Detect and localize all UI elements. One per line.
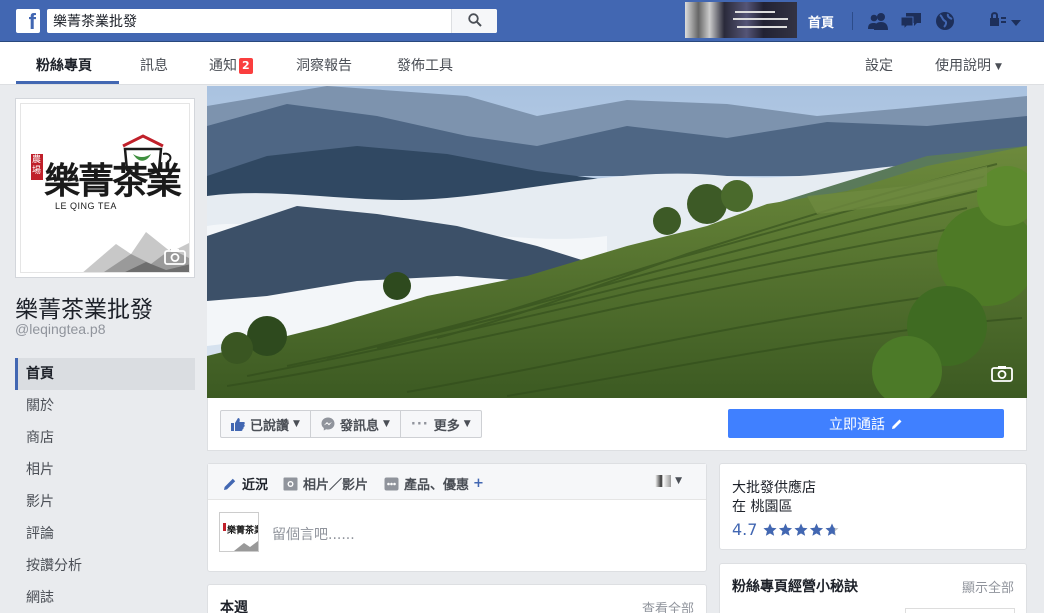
see-all-link[interactable]: 查看全部 xyxy=(642,598,694,613)
tab-photo-video-label: 相片／影片 xyxy=(303,478,369,493)
page-tips-card: 粉絲專頁經營小秘訣 顯示全部 xyxy=(719,563,1027,613)
ellipsis-icon: ··· xyxy=(410,416,429,432)
divider xyxy=(852,12,853,30)
more-label: 更多 xyxy=(433,418,460,434)
chevron-down-icon xyxy=(1011,12,1021,31)
tab-products-offers-label: 產品、優惠 xyxy=(404,478,470,493)
svg-text:樂菁茶業: 樂菁茶業 xyxy=(227,524,258,536)
more-button[interactable]: ··· 更多 ▼ xyxy=(400,410,482,438)
sidebar-item-home[interactable]: 首頁 xyxy=(15,358,195,390)
page-admin-nav: 粉絲專頁 訊息 通知 2 洞察報告 發佈工具 設定 使用說明 ▼ xyxy=(0,42,1044,85)
tab-photo-video[interactable]: 相片／影片 xyxy=(283,474,368,493)
page-category[interactable]: 大批發供應店 xyxy=(732,477,816,497)
this-week-card: 本週 查看全部 xyxy=(207,584,707,613)
page-avatar-small xyxy=(655,475,672,487)
tab-notifications-label: 通知 xyxy=(209,58,237,74)
page-username[interactable]: @leqingtea.p8 xyxy=(15,321,106,337)
post-composer: 近況 相片／影片 產品、優惠+ ▼ 樂菁茶業 留個言吧...... xyxy=(207,463,707,572)
tab-insights[interactable]: 洞察報告 xyxy=(296,55,352,75)
help-menu[interactable]: 使用說明 ▼ xyxy=(935,55,1002,75)
message-label: 發訊息 xyxy=(339,418,379,434)
settings-link[interactable]: 設定 xyxy=(865,55,893,75)
page-thumbnail[interactable] xyxy=(685,2,797,38)
profile-picture[interactable]: 樂菁茶業 LE QING TEA 農場 xyxy=(15,98,195,278)
this-week-title: 本週 xyxy=(220,600,248,613)
rating[interactable]: 4.7 xyxy=(732,520,843,539)
search-input[interactable] xyxy=(47,10,447,32)
chevron-down-icon: ▼ xyxy=(675,476,682,486)
sidebar-item-shop[interactable]: 商店 xyxy=(15,422,195,454)
liked-label: 已說讚 xyxy=(250,418,290,434)
page-info-card: 大批發供應店 在 桃園區 4.7 xyxy=(719,463,1027,550)
composer-tabs: 近況 相片／影片 產品、優惠 + ▼ xyxy=(208,464,706,500)
message-button[interactable]: 發訊息 ▼ xyxy=(310,410,401,438)
top-navigation-bar: f 首頁 xyxy=(0,0,1044,42)
tab-page[interactable]: 粉絲專頁 xyxy=(36,55,92,75)
plus-icon: + xyxy=(473,476,484,491)
product-icon xyxy=(384,477,399,491)
camera-icon[interactable] xyxy=(164,248,186,269)
account-menu[interactable] xyxy=(988,10,1022,32)
active-tab-indicator xyxy=(16,81,119,84)
camera-icon[interactable] xyxy=(991,365,1013,382)
chevron-down-icon: ▼ xyxy=(382,419,390,429)
tab-status-label: 近況 xyxy=(242,478,269,493)
pencil-icon[interactable] xyxy=(891,418,903,430)
search-button[interactable] xyxy=(451,9,497,33)
tips-preview xyxy=(905,608,1015,613)
star-icon xyxy=(763,523,777,536)
page-name[interactable]: 樂菁茶業批發 xyxy=(15,290,153,324)
call-now-button[interactable]: 立即通話 xyxy=(728,409,1004,438)
sidebar-item-about[interactable]: 關於 xyxy=(15,390,195,422)
star-icon xyxy=(779,523,793,536)
page-tips-title: 粉絲專頁經營小秘訣 xyxy=(732,579,858,595)
page-side-nav: 首頁 關於 商店 相片 影片 評論 按讚分析 網誌 xyxy=(15,358,195,613)
facebook-logo[interactable]: f xyxy=(16,9,40,33)
tab-status[interactable]: 近況 xyxy=(223,474,268,493)
sidebar-item-reviews[interactable]: 評論 xyxy=(15,518,195,550)
chevron-down-icon: ▼ xyxy=(995,62,1002,72)
pencil-icon xyxy=(223,477,237,491)
page-location[interactable]: 在 桃園區 xyxy=(732,496,792,516)
tab-publishing-tools[interactable]: 發佈工具 xyxy=(397,55,453,75)
rating-stars xyxy=(763,523,843,537)
show-all-link[interactable]: 顯示全部 xyxy=(962,577,1014,596)
search-box[interactable] xyxy=(47,9,497,33)
sidebar-item-videos[interactable]: 影片 xyxy=(15,486,195,518)
chevron-down-icon: ▼ xyxy=(293,419,300,429)
thumbs-up-icon xyxy=(231,417,245,431)
globe-icon[interactable] xyxy=(933,10,957,32)
lock-icon xyxy=(989,11,1007,31)
page-avatar[interactable]: 樂菁茶業 xyxy=(219,512,259,552)
notification-badge: 2 xyxy=(239,58,253,74)
liked-button[interactable]: 已說讚 ▼ xyxy=(220,410,311,438)
tab-products-offers[interactable]: 產品、優惠 + xyxy=(384,474,484,493)
sidebar-item-likes[interactable]: 按讚分析 xyxy=(15,550,195,582)
tab-inbox[interactable]: 訊息 xyxy=(140,55,168,75)
sidebar-item-photos[interactable]: 相片 xyxy=(15,454,195,486)
tab-notifications[interactable]: 通知 2 xyxy=(209,55,253,75)
help-label: 使用說明 xyxy=(935,58,991,74)
cover-photo[interactable] xyxy=(207,86,1027,398)
photo-icon xyxy=(283,477,298,491)
star-icon xyxy=(810,523,824,536)
search-icon xyxy=(467,12,482,31)
sidebar-item-notes[interactable]: 網誌 xyxy=(15,582,195,613)
star-icon xyxy=(794,523,808,536)
composer-input[interactable]: 留個言吧...... xyxy=(272,524,355,544)
profile-logo-text: 樂菁茶業 xyxy=(44,160,182,202)
home-link[interactable]: 首頁 xyxy=(808,12,834,31)
post-as-selector[interactable]: ▼ xyxy=(655,475,682,487)
chevron-down-icon: ▼ xyxy=(463,419,471,429)
call-now-label: 立即通話 xyxy=(829,416,885,433)
friends-icon[interactable] xyxy=(866,10,890,32)
star-icon xyxy=(825,523,839,536)
profile-seal-text: 農場 xyxy=(32,155,42,176)
profile-logo-subtitle: LE QING TEA xyxy=(55,201,117,211)
page-action-bar: 已說讚 ▼ 發訊息 ▼ ··· 更多 ▼ 立即通話 xyxy=(207,398,1027,451)
rating-value: 4.7 xyxy=(732,520,758,539)
messenger-icon xyxy=(321,417,335,431)
messages-icon[interactable] xyxy=(899,10,923,32)
